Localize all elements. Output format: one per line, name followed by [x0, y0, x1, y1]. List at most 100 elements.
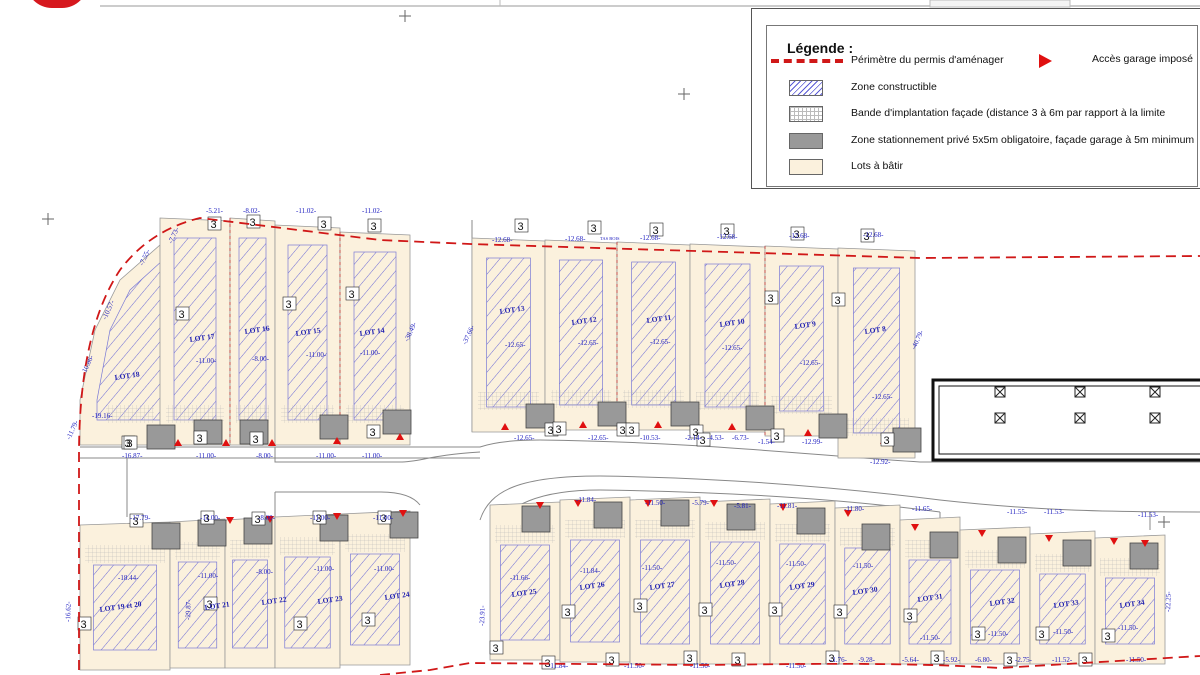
dimension-label: -8.02-	[243, 207, 261, 215]
dimension-label: -11.00-	[310, 514, 331, 522]
dimension-label: -12.65-	[578, 339, 599, 347]
buildable-zone	[640, 539, 690, 645]
dimension-label: -11.50-	[853, 562, 874, 570]
dimension-label: -12.65-	[505, 341, 526, 349]
facade-band	[106, 405, 154, 423]
setback-mark: 3	[1039, 629, 1045, 641]
dimension-label: -11.50-	[716, 559, 737, 567]
dimension-label: -19.16-	[92, 412, 113, 420]
dimension-label: -11.84-	[576, 496, 597, 504]
dimension-label: -5.92-	[943, 656, 961, 664]
dimension-label: -11.55-	[1007, 508, 1028, 516]
parking-swatch	[789, 133, 823, 149]
dimension-label: -11.02-	[362, 207, 383, 215]
legend-garage-access: Accès garage imposé	[1092, 53, 1193, 65]
dimension-label: -12.65-	[514, 434, 535, 442]
garage-access-triangle-icon	[1039, 54, 1052, 68]
setback-mark: 3	[768, 293, 774, 305]
dimension-label: -12.65-	[800, 359, 821, 367]
dimension-label: -12.68-	[640, 234, 661, 242]
dimension-label: -10.53-	[640, 434, 661, 442]
setback-mark: 3	[1105, 631, 1111, 643]
dimension-label: -12.68-	[863, 231, 884, 239]
dimension-label: -1.76-	[830, 656, 848, 664]
dimension-label: -12.68-	[789, 232, 810, 240]
setback-mark: 3	[321, 219, 327, 231]
dimension-label: -11.00-	[198, 572, 219, 580]
dimension-label: -12.68-	[565, 235, 586, 243]
dimension-label: -23.91-	[478, 605, 487, 626]
dimension-label: -11.00-	[306, 351, 327, 359]
dimension-label: -4.53-	[707, 434, 725, 442]
parking-zone	[151, 522, 181, 550]
dimension-label: -1.54-	[758, 438, 776, 446]
setback-mark: 3	[81, 619, 87, 631]
dimension-label: -2.75-	[1015, 656, 1033, 664]
dimension-label: -11.00-	[196, 357, 217, 365]
lots-swatch	[789, 159, 823, 175]
setback-mark: 3	[250, 217, 256, 229]
dimension-label: -12.65-	[722, 344, 743, 352]
setback-mark: 3	[548, 425, 554, 437]
dimension-label: -11.53-	[1138, 511, 1159, 519]
legend-facade-band: Bande d'implantation façade (distance 3 …	[851, 107, 1166, 119]
facade-band	[771, 396, 832, 414]
parking-zone	[670, 401, 700, 427]
buildable-zone-swatch	[789, 80, 823, 96]
dimension-label: -11.00-	[374, 565, 395, 573]
setback-mark: 3	[371, 221, 377, 233]
setback-mark: 3	[253, 434, 259, 446]
dimension-label: -6.73-	[732, 434, 750, 442]
dimension-label: -11.50-	[645, 499, 666, 507]
setback-mark: 3	[629, 425, 635, 437]
buildable-zone	[570, 539, 620, 643]
dimension-label: -11.00-	[362, 452, 383, 460]
container-symbol-cross	[1149, 412, 1161, 424]
buildable-zone	[779, 265, 824, 412]
setback-mark: 3	[518, 221, 524, 233]
parking-zone	[929, 531, 959, 559]
buildable-zone	[559, 259, 603, 406]
dimension-label: -11.66-	[510, 574, 531, 582]
setback-mark: 3	[365, 615, 371, 627]
dimension-label: -11.65-	[912, 505, 933, 513]
parking-zone	[796, 507, 826, 535]
legend-private-parking: Zone stationnement privé 5x5m obligatoir…	[851, 134, 1195, 146]
parking-zone	[861, 523, 891, 551]
parking-zone	[593, 501, 623, 529]
setback-mark: 3	[565, 607, 571, 619]
parking-zone	[818, 413, 848, 439]
dimension-label: -11.00-	[373, 514, 394, 522]
dimension-label: -11.50-	[920, 634, 941, 642]
setback-mark: 3	[975, 629, 981, 641]
parking-zone	[146, 424, 176, 450]
dimension-label: -18.44-	[118, 574, 139, 582]
dimension-label: -9.28-	[858, 656, 876, 664]
dimension-label: -11.00-	[316, 452, 337, 460]
container-symbol-cross	[994, 412, 1006, 424]
perimeter-swatch	[771, 59, 843, 63]
dimension-label: -12.65-	[650, 338, 671, 346]
setback-mark: 3	[884, 435, 890, 447]
setback-mark: 3	[556, 424, 562, 436]
dimension-label: -11.53-	[1044, 508, 1065, 516]
setback-mark: 3	[620, 425, 626, 437]
parking-zone	[319, 414, 349, 440]
dimension-label: -11.50-	[786, 560, 807, 568]
dimension-label: -2.14-	[685, 434, 703, 442]
parking-zone	[660, 499, 690, 527]
dimension-label: -11.52-	[1052, 656, 1073, 664]
parking-zone	[521, 505, 551, 533]
dimension-label: -12.65-	[872, 393, 893, 401]
parking-zone	[745, 405, 775, 431]
setback-mark: 3	[179, 309, 185, 321]
dimension-label: -11.50-	[1118, 624, 1139, 632]
dimension-label: -8.00-	[256, 452, 274, 460]
dimension-label: -12.99-	[802, 438, 823, 446]
dimension-label: -16.87-	[122, 452, 143, 460]
dimension-label: -6.80-	[975, 656, 993, 664]
setback-mark: 3	[907, 611, 913, 623]
setback-mark: 3	[772, 605, 778, 617]
setback-mark: 3	[609, 655, 615, 667]
buildable-zone	[486, 257, 531, 408]
